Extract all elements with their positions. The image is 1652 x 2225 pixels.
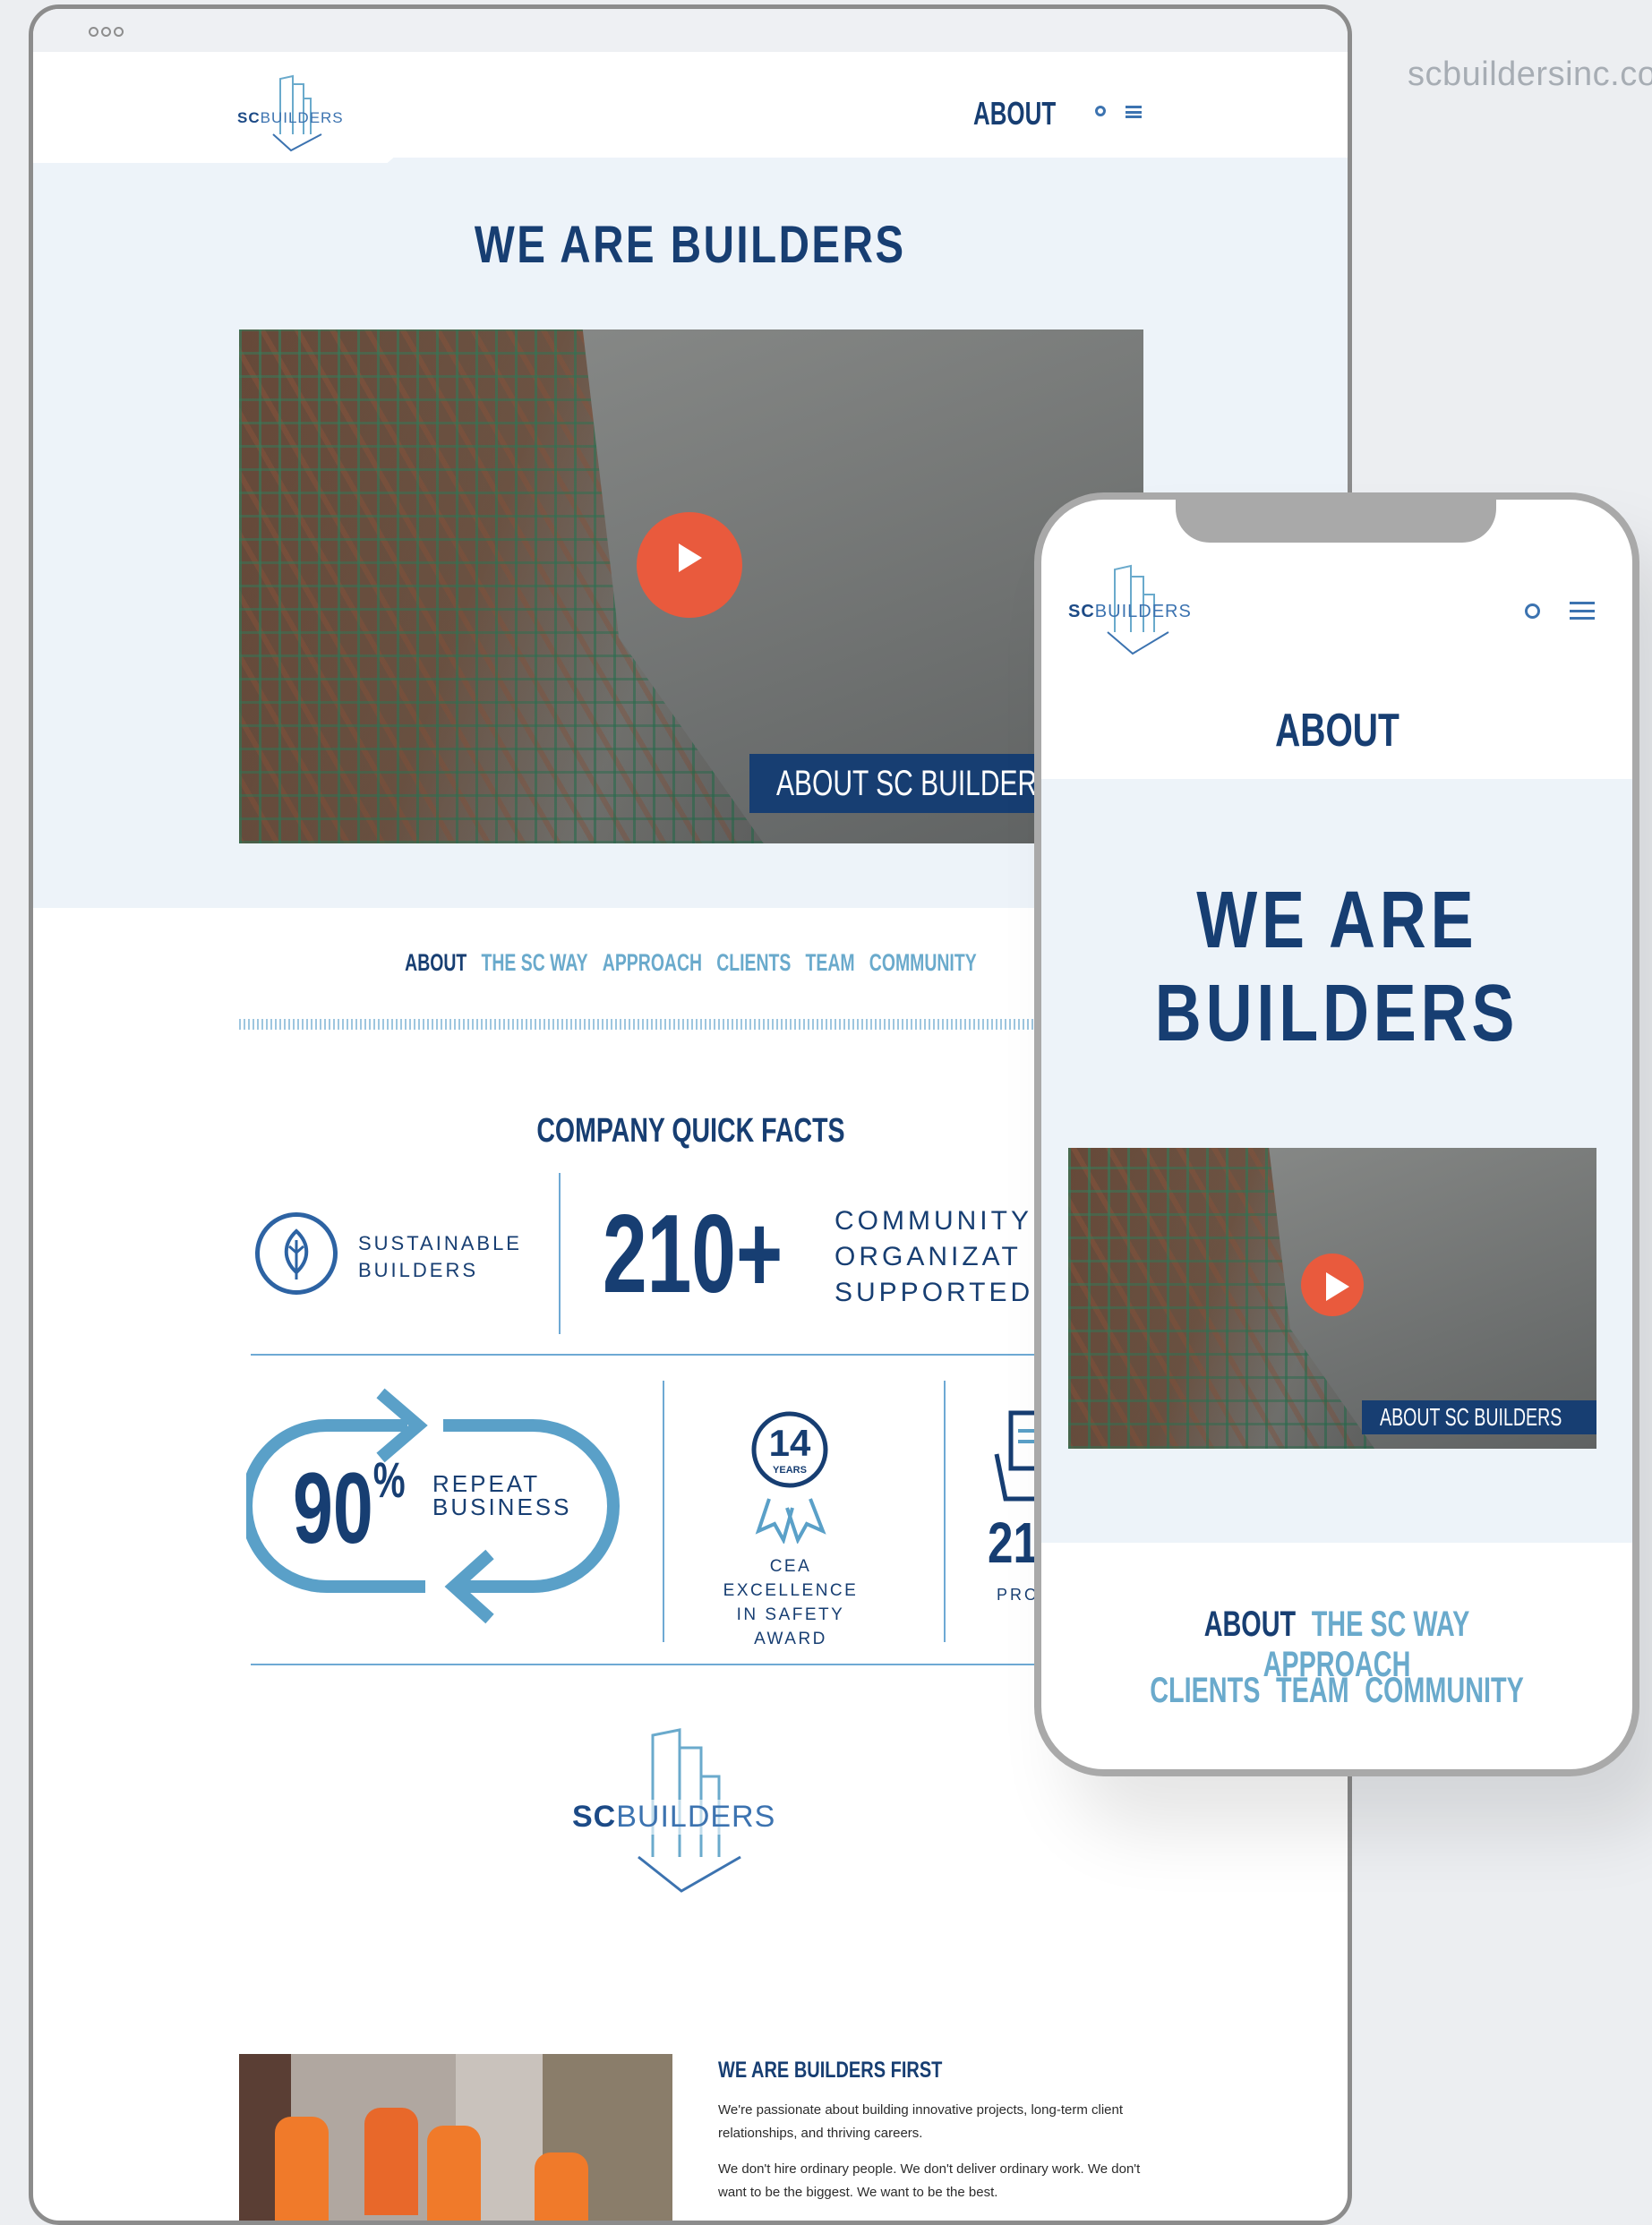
mobile-hero-title-line2: BUILDERS — [1154, 969, 1519, 1058]
tab-clients[interactable]: CLIENTS — [716, 949, 791, 976]
site-logo[interactable]: SCBUILDERS — [237, 72, 372, 154]
mobile-hero-video[interactable]: ABOUT SC BUILDERS — [1068, 1148, 1596, 1449]
hero-title-wrap: WE ARE BUILDERS — [33, 215, 1348, 275]
window-dot-icon — [89, 27, 98, 37]
fact-divider — [663, 1381, 664, 1642]
hamburger-menu-icon[interactable] — [1126, 106, 1142, 118]
mobile-hero-title: WE ARE BUILDERS — [1041, 874, 1632, 1060]
safety-line1: CEA EXCELLENCE — [723, 1557, 859, 1600]
mobile-video-caption: ABOUT SC BUILDERS — [1362, 1400, 1596, 1434]
tab-the-sc-way[interactable]: THE SC WAY — [481, 949, 587, 976]
phone-notch — [1176, 500, 1496, 543]
hero-title: WE ARE BUILDERS — [475, 216, 906, 274]
community-line1: COMMUNITY — [835, 1206, 1032, 1236]
tab-the-sc-way[interactable]: THE SC WAY — [1312, 1605, 1470, 1644]
search-icon[interactable] — [1095, 106, 1106, 116]
mobile-section-tabs: ABOUT THE SC WAY APPROACH CLIENTS TEAM C… — [1041, 1605, 1632, 1711]
tab-community[interactable]: COMMUNITY — [1365, 1671, 1524, 1710]
repeat-number-value: 90 — [293, 1452, 373, 1564]
community-line3: SUPPORTED — [835, 1278, 1034, 1307]
safety-line2: IN SAFETY AWARD — [736, 1605, 845, 1648]
search-icon[interactable] — [1525, 603, 1540, 619]
logo-sc-text: SC — [572, 1800, 617, 1834]
crew-photo-figure — [427, 2126, 481, 2221]
hero-video[interactable]: ABOUT SC BUILDERS — [239, 329, 1143, 843]
fact-divider — [559, 1173, 561, 1334]
window-dot-icon — [101, 27, 111, 37]
fact-row-divider — [251, 1664, 1146, 1665]
safety-years-label: YEARS — [773, 1465, 807, 1476]
safety-years: 14 — [768, 1422, 811, 1464]
crew-photo-figure — [275, 2117, 329, 2221]
section-divider — [239, 1019, 1143, 1030]
tab-about[interactable]: ABOUT — [1204, 1605, 1296, 1644]
logo-builders-text: BUILDERS — [616, 1800, 776, 1834]
tab-clients[interactable]: CLIENTS — [1150, 1671, 1260, 1710]
window-dot-icon — [114, 27, 124, 37]
crew-photo — [239, 2054, 672, 2221]
sustainable-line1: SUSTAINABLE — [358, 1232, 522, 1254]
repeat-line1: REPEAT — [432, 1470, 541, 1497]
domain-url-label: scbuildersinc.co — [1408, 56, 1652, 93]
fact-divider — [944, 1381, 946, 1642]
footer-logo[interactable]: SCBUILDERS — [570, 1723, 839, 1902]
logo-sc-text: SC — [237, 109, 261, 126]
browser-chrome — [33, 9, 1348, 52]
nav-about-link[interactable]: ABOUT — [973, 95, 1056, 133]
article-paragraph: We don't hire ordinary people. We don't … — [718, 2161, 1141, 2200]
mobile-phone-frame: SCBUILDERS ABOUT WE ARE BUILDERS ABOUT S… — [1034, 492, 1639, 1776]
community-line2: ORGANIZAT — [835, 1242, 1022, 1271]
logo-builders-text: BUILDERS — [260, 109, 344, 126]
tab-team[interactable]: TEAM — [1276, 1671, 1349, 1710]
repeat-line2: BUSINESS — [432, 1493, 572, 1520]
mobile-hero-title-line1: WE ARE — [1195, 876, 1478, 965]
mobile-page-label-wrap: ABOUT — [1041, 704, 1632, 757]
tab-approach[interactable]: APPROACH — [602, 949, 701, 976]
fact-row-divider — [251, 1354, 1146, 1356]
mobile-page-label: ABOUT — [1274, 705, 1399, 757]
leaf-icon-glyph — [284, 1228, 309, 1279]
hamburger-menu-icon[interactable] — [1570, 602, 1595, 620]
article-title: WE ARE BUILDERS FIRST — [718, 2058, 943, 2083]
logo-builders-text: BUILDERS — [1094, 602, 1192, 621]
mobile-video-caption-text: ABOUT SC BUILDERS — [1380, 1403, 1562, 1431]
sustainable-line2: BUILDERS — [358, 1259, 479, 1281]
community-count: 210+ — [603, 1193, 783, 1316]
partial-fact-label: PRO — [997, 1586, 1040, 1604]
sustainable-builders-label: SUSTAINABLE BUILDERS — [358, 1230, 522, 1284]
partial-fact-number: 21 — [988, 1510, 1039, 1575]
repeat-percent: % — [372, 1451, 406, 1508]
facts-title: COMPANY QUICK FACTS — [535, 1112, 845, 1150]
play-button-icon[interactable] — [1301, 1254, 1364, 1316]
crew-photo-figure — [535, 2152, 588, 2221]
leaf-icon — [255, 1212, 338, 1295]
tab-team[interactable]: TEAM — [805, 949, 854, 976]
tab-about[interactable]: ABOUT — [405, 949, 466, 976]
mobile-site-logo[interactable]: SCBUILDERS — [1068, 561, 1229, 659]
video-caption-text: ABOUT SC BUILDERS — [776, 764, 1056, 803]
play-button-icon[interactable] — [637, 512, 742, 618]
repeat-number: 90% — [293, 1451, 406, 1566]
repeat-business-label: REPEAT BUSINESS — [432, 1472, 572, 1519]
tab-community[interactable]: COMMUNITY — [869, 949, 976, 976]
crew-photo-figure — [364, 2108, 418, 2215]
logo-sc-text: SC — [1068, 602, 1095, 621]
community-label: COMMUNITY ORGANIZAT SUPPORTED — [835, 1203, 1033, 1311]
safety-award-label: CEA EXCELLENCE IN SAFETY AWARD — [701, 1554, 880, 1651]
article-paragraph: We're passionate about building innovati… — [718, 2102, 1124, 2141]
